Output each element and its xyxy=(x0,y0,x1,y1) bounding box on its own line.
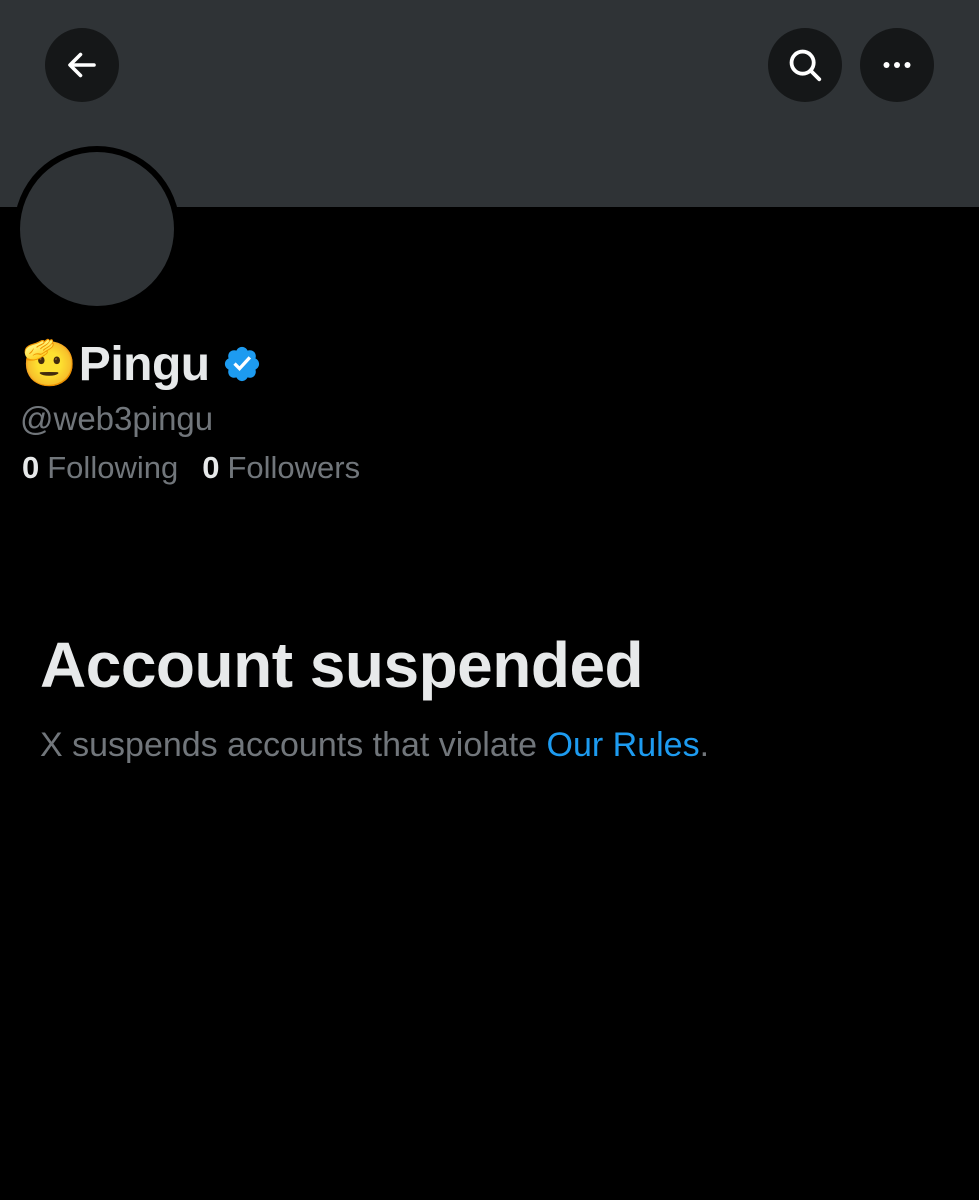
suspension-message-text: X suspends accounts that violate xyxy=(40,726,547,764)
profile-name-row: 🫡 Pingu xyxy=(22,332,262,396)
arrow-left-icon xyxy=(68,52,96,78)
verified-badge-icon[interactable] xyxy=(222,344,262,384)
suspension-message-end: . xyxy=(699,726,710,764)
following-label: Following xyxy=(47,450,179,485)
followers-count: 0 xyxy=(202,450,220,485)
display-name: Pingu xyxy=(78,337,210,391)
search-icon xyxy=(789,49,822,82)
avatar-placeholder xyxy=(20,152,174,306)
search-button[interactable] xyxy=(768,28,842,102)
more-horizontal-icon xyxy=(883,62,911,68)
our-rules-link[interactable]: Our Rules xyxy=(547,726,700,764)
suspension-message: X suspends accounts that violate Our Rul… xyxy=(40,726,709,765)
profile-handle: @web3pingu xyxy=(20,400,214,437)
followers-label: Followers xyxy=(227,450,361,485)
profile-stats: 0 Following 0 Followers xyxy=(22,450,360,486)
more-options-button[interactable] xyxy=(860,28,934,102)
back-button[interactable] xyxy=(45,28,119,102)
followers-link[interactable]: 0 Followers xyxy=(202,450,360,486)
following-link[interactable]: 0 Following xyxy=(22,450,178,486)
following-count: 0 xyxy=(22,450,40,485)
avatar[interactable] xyxy=(14,146,180,312)
suspension-title: Account suspended xyxy=(40,629,644,701)
salute-emoji: 🫡 xyxy=(22,338,77,389)
